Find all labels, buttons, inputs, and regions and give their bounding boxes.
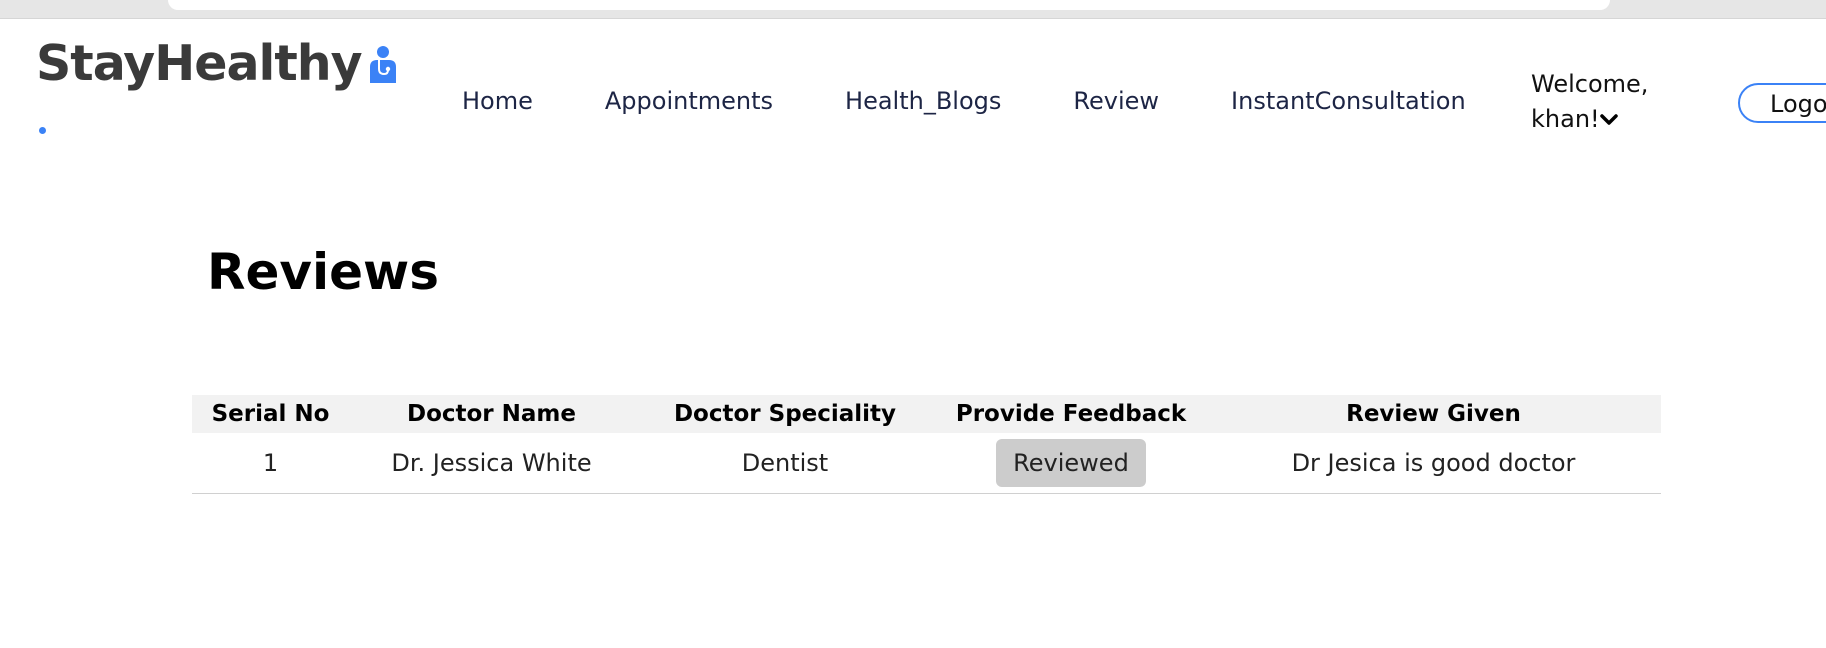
column-header-speciality: Doctor Speciality xyxy=(634,395,936,433)
brand-logo[interactable]: StayHealthy xyxy=(36,39,398,88)
username-text: khan! xyxy=(1531,105,1600,133)
chevron-down-icon[interactable] xyxy=(1599,111,1618,129)
navbar: StayHealthy Home Appointments Health_Blo… xyxy=(0,19,1826,169)
nav-link-health-blogs[interactable]: Health_Blogs xyxy=(845,87,1001,115)
column-header-doctor-name: Doctor Name xyxy=(349,395,634,433)
page-title: Reviews xyxy=(207,243,440,301)
nav-link-review[interactable]: Review xyxy=(1073,87,1159,115)
nav-link-home[interactable]: Home xyxy=(462,87,533,115)
cell-speciality: Dentist xyxy=(634,433,936,494)
username-row: khan! xyxy=(1531,102,1681,137)
column-header-feedback: Provide Feedback xyxy=(936,395,1206,433)
brand-name: StayHealthy xyxy=(36,35,363,92)
doctor-icon xyxy=(369,46,396,83)
table-row: 1 Dr. Jessica White Dentist Reviewed Dr … xyxy=(192,433,1661,494)
address-bar[interactable] xyxy=(168,0,1610,10)
column-header-serial: Serial No xyxy=(192,395,349,433)
reviewed-button[interactable]: Reviewed xyxy=(996,439,1146,487)
cell-serial: 1 xyxy=(192,433,349,494)
table-header-row: Serial No Doctor Name Doctor Speciality … xyxy=(192,395,1661,433)
nav-link-appointments[interactable]: Appointments xyxy=(605,87,773,115)
column-header-review: Review Given xyxy=(1206,395,1661,433)
user-menu[interactable]: Welcome, khan! xyxy=(1531,67,1681,137)
browser-top-strip xyxy=(0,0,1826,19)
nav-link-instant-consultation[interactable]: InstantConsultation xyxy=(1231,87,1466,115)
list-bullet-dot xyxy=(39,127,46,134)
cell-feedback: Reviewed xyxy=(936,433,1206,494)
cell-doctor-name: Dr. Jessica White xyxy=(349,433,634,494)
logout-button[interactable]: Logo xyxy=(1738,83,1826,123)
nav-links: Home Appointments Health_Blogs Review In… xyxy=(462,87,1538,115)
cell-review: Dr Jesica is good doctor xyxy=(1206,433,1661,494)
welcome-text: Welcome, xyxy=(1531,70,1649,98)
reviews-table: Serial No Doctor Name Doctor Speciality … xyxy=(192,395,1661,494)
